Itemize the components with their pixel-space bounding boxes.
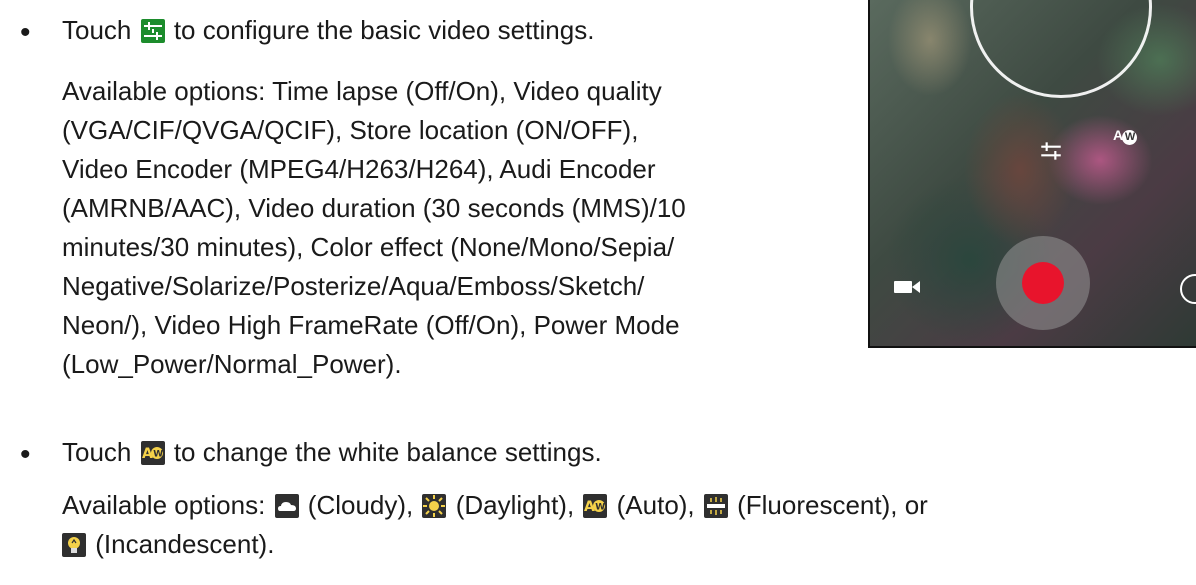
white-balance-button[interactable]: AW [1113,127,1138,145]
settings-sliders-icon[interactable] [1038,138,1064,164]
incandescent-label: (Incandescent). [88,529,275,559]
video-camera-icon[interactable] [892,276,926,298]
daylight-icon [422,494,447,518]
fluorescent-icon [703,494,728,518]
video-options-line-3: Video Encoder (MPEG4/H263/H264), Audi En… [62,154,656,184]
wb-options-label: Available options: [62,490,273,520]
record-button[interactable] [1022,262,1064,304]
auto-white-balance-icon: AW [140,441,165,465]
video-options-line-4: (AMRNB/AAC), Video duration (30 seconds … [62,193,686,223]
white-balance-options-line-2: (Incandescent). [62,525,274,564]
auto-icon: AW [583,494,608,518]
settings-sliders-icon [140,19,165,43]
white-balance-instruction: Touch AW to change the white balance set… [62,433,602,472]
gallery-thumbnail[interactable] [1180,274,1196,304]
video-options-line-8: (Low_Power/Normal_Power). [62,349,402,379]
settings-instruction-post: to configure the basic video settings. [166,15,595,45]
video-options-line-6: Negative/Solarize/Posterize/Aqua/Emboss/… [62,271,645,301]
cloudy-icon [274,494,299,518]
video-options-line-1: Available options: Time lapse (Off/On), … [62,76,662,106]
svg-text:W: W [596,503,606,513]
white-balance-options-line-1: Available options: (Cloudy), (Daylight),… [62,486,928,525]
incandescent-icon [62,533,86,557]
fluorescent-label: (Fluorescent), or [729,490,928,520]
video-options-line-5: minutes/30 minutes), Color effect (None/… [62,232,675,262]
cloudy-label: (Cloudy), [300,490,421,520]
auto-label: (Auto), [609,490,702,520]
bullet-2: • [20,438,31,471]
awb-letter-w: W [1122,130,1138,145]
white-balance-instruction-post: to change the white balance settings. [166,437,602,467]
video-options-line-7: Neon/), Video High FrameRate (Off/On), P… [62,310,680,340]
settings-instruction-pre: Touch [62,15,139,45]
daylight-label: (Daylight), [448,490,582,520]
focus-ring [970,0,1152,98]
white-balance-instruction-pre: Touch [62,437,139,467]
camera-screenshot: AW [868,0,1196,348]
video-options-line-2: (VGA/CIF/QVGA/QCIF), Store location (ON/… [62,115,639,145]
svg-text:W: W [153,450,163,460]
bullet-1: • [20,16,31,49]
settings-instruction: Touch to configure the basic video setti… [62,11,594,50]
awb-letter-a: A [1113,127,1123,143]
